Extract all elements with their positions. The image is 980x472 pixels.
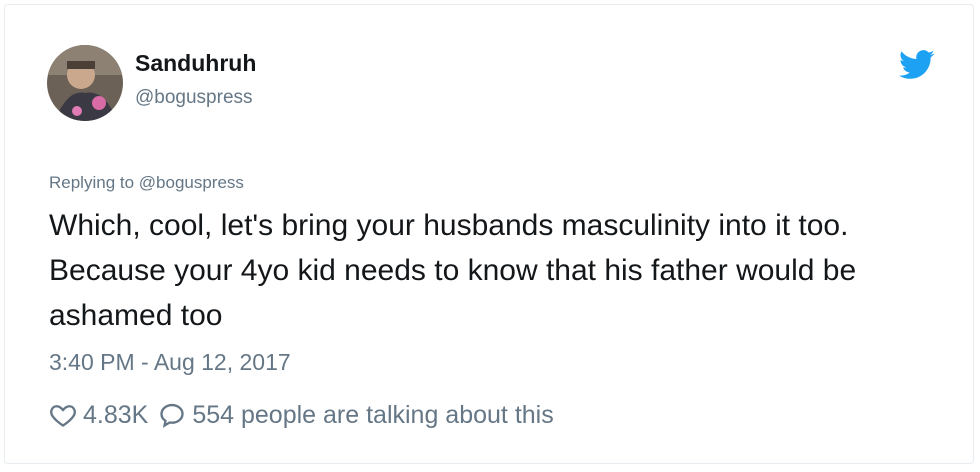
- tweet-timestamp[interactable]: 3:40 PM - Aug 12, 2017: [49, 349, 291, 376]
- talking-about-link[interactable]: 554 people are talking about this: [192, 401, 553, 430]
- tweet-card: Sanduhruh @boguspress Replying to @bogus…: [4, 4, 974, 464]
- twitter-bird-icon[interactable]: [899, 50, 935, 80]
- tweet-text: Which, cool, let's bring your husbands m…: [49, 209, 857, 332]
- heart-icon[interactable]: [49, 401, 77, 429]
- display-name[interactable]: Sanduhruh: [135, 50, 256, 77]
- replying-to-label: Replying to @boguspress: [49, 173, 244, 192]
- avatar[interactable]: [47, 45, 123, 121]
- like-count[interactable]: 4.83K: [83, 401, 148, 430]
- speech-bubble-icon[interactable]: [158, 401, 186, 429]
- tweet-actions: 4.83K 554 people are talking about this: [49, 397, 554, 433]
- user-handle[interactable]: @boguspress: [135, 87, 253, 109]
